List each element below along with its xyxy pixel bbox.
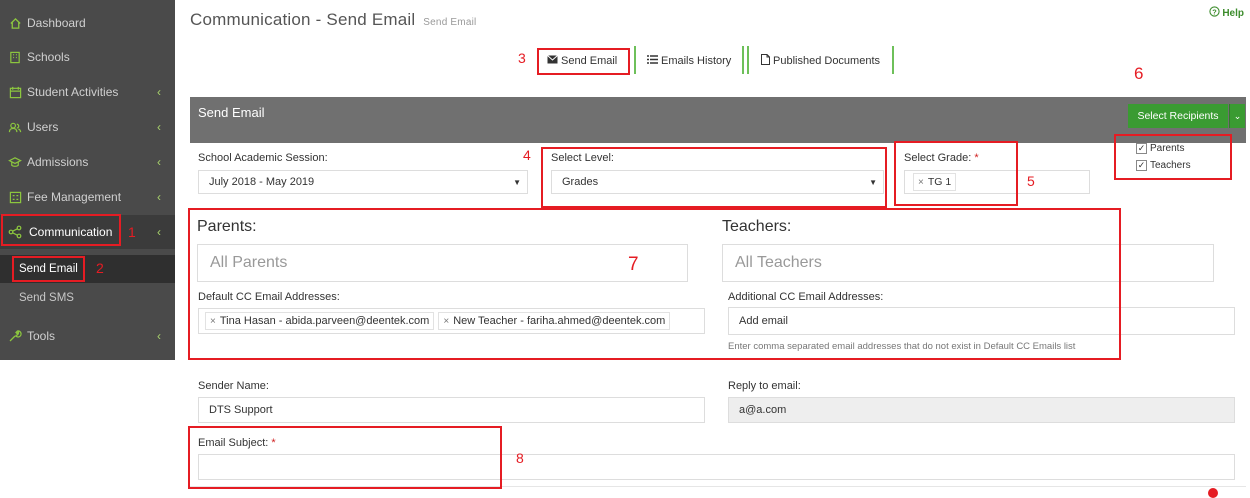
sidebar-item-admissions[interactable]: Admissions ‹ [0,145,175,179]
tab-published-documents[interactable]: Published Documents [755,48,886,74]
sender-name-label: Sender Name: [198,380,269,392]
annotation-box-5 [894,141,1018,206]
chevron-left-icon: ‹ [157,120,161,134]
help-link[interactable]: ? Help [1209,6,1244,20]
building-icon [8,50,22,64]
users-icon [8,120,22,134]
tab-emails-history[interactable]: Emails History [641,48,737,74]
graduation-cap-icon [8,155,22,169]
sidebar-item-label: Fee Management [27,190,122,204]
help-label: Help [1222,7,1244,19]
sidebar-item-student-activities[interactable]: Student Activities ‹ [0,75,175,109]
sidebar-item-users[interactable]: Users ‹ [0,110,175,144]
sender-name-value: DTS Support [209,404,273,416]
reply-to-input: a@a.com [728,397,1235,423]
annotation-number-6: 6 [1134,64,1144,83]
annotation-box-2 [12,256,85,282]
sidebar: Dashboard Schools Student Activities ‹ U… [0,0,175,360]
sidebar-item-tools[interactable]: Tools ‹ [0,319,175,353]
annotation-number-1: 1 [128,224,136,240]
calendar-icon [8,85,22,99]
annotation-box-7 [188,208,1121,360]
page-title: Communication - Send Email Send Email [190,10,476,30]
sidebar-item-label: Student Activities [27,85,119,99]
annotation-number-8: 8 [516,450,524,466]
sender-name-input[interactable]: DTS Support [198,397,705,423]
annotation-number-3: 3 [518,50,526,66]
annotation-number-2: 2 [96,260,104,276]
tab-divider [892,46,894,74]
sidebar-subitem-send-sms[interactable]: Send SMS [0,284,175,312]
annotation-box-3 [537,48,630,75]
document-icon [761,54,770,68]
tab-divider [747,46,749,74]
home-icon [8,16,22,30]
panel-title: Send Email [198,105,265,120]
reply-to-label: Reply to email: [728,380,801,392]
annotation-number-7: 7 [628,254,639,275]
sidebar-item-label: Dashboard [27,16,86,30]
chevron-down-icon: ⌄ [1233,110,1242,121]
tab-label: Published Documents [773,55,881,67]
svg-text:?: ? [1213,7,1218,16]
page-subtitle: Send Email [423,17,477,28]
annotation-box-6 [1114,134,1232,180]
annotation-box-1 [1,214,121,246]
tab-divider [634,46,636,74]
sidebar-subitem-label: Send SMS [19,292,74,304]
chevron-left-icon: ‹ [157,190,161,204]
sidebar-item-label: Users [27,120,59,134]
record-dot-icon [1208,488,1218,498]
list-icon [647,55,658,67]
chevron-left-icon: ‹ [157,85,161,99]
annotation-number-4: 4 [523,147,531,163]
caret-down-icon: ▼ [513,177,521,187]
select-recipients-button[interactable]: Select Recipients [1128,104,1228,128]
sidebar-item-label: Tools [27,329,56,343]
chevron-left-icon: ‹ [157,155,161,169]
fee-table-icon [8,190,22,204]
annotation-number-5: 5 [1027,173,1035,189]
tab-label: Emails History [661,55,732,67]
wrench-icon [8,329,22,343]
sidebar-item-label: Schools [27,50,70,64]
chevron-left-icon: ‹ [157,329,161,343]
session-value: July 2018 - May 2019 [209,176,315,188]
sidebar-item-schools[interactable]: Schools [0,40,175,74]
sidebar-item-label: Admissions [27,155,89,169]
reply-to-value: a@a.com [739,404,787,416]
session-select[interactable]: July 2018 - May 2019 ▼ [198,170,528,194]
sidebar-item-fee-management[interactable]: Fee Management ‹ [0,180,175,214]
help-icon: ? [1209,6,1220,20]
annotation-box-8 [188,426,502,489]
panel-header [190,97,1246,143]
annotation-box-4 [541,147,887,208]
tab-divider [742,46,744,74]
select-recipients-dropdown-toggle[interactable]: ⌄ [1229,104,1245,128]
page-title-text: Communication - Send Email [190,10,416,29]
session-label: School Academic Session: [198,152,328,164]
chevron-left-icon: ‹ [157,225,161,239]
sidebar-item-dashboard[interactable]: Dashboard [0,6,175,40]
